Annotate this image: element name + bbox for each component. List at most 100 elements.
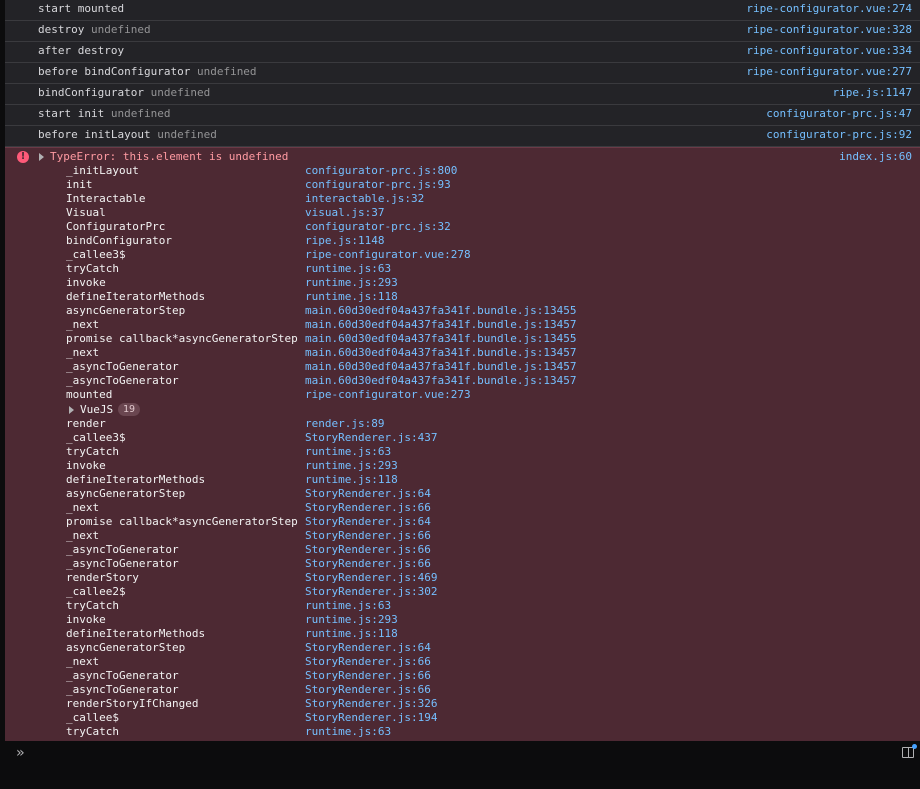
frame-source-link[interactable]: interactable.js:32: [305, 192, 424, 206]
frame-source-link[interactable]: StoryRenderer.js:326: [305, 697, 437, 711]
log-source-link[interactable]: ripe-configurator.vue:328: [746, 21, 912, 39]
frame-function: invoke: [66, 276, 106, 289]
frame-source-link[interactable]: StoryRenderer.js:469: [305, 571, 437, 585]
frame-function: _callee2$: [66, 585, 126, 598]
stack-frame: tryCatch runtime.js:63: [5, 725, 920, 739]
frame-source-link[interactable]: StoryRenderer.js:64: [305, 641, 431, 655]
frame-source-link[interactable]: StoryRenderer.js:66: [305, 669, 431, 683]
stack-frame: renderStory StoryRenderer.js:469: [5, 571, 920, 585]
stack-group-vuejs[interactable]: VueJS 19: [5, 402, 920, 417]
frame-source-link[interactable]: StoryRenderer.js:64: [305, 515, 431, 529]
web-console: start mounted ripe-configurator.vue:274 de…: [5, 0, 920, 789]
frame-source-link[interactable]: ripe.js:1148: [305, 234, 384, 248]
frame-source-link[interactable]: configurator-prc.js:32: [305, 220, 451, 234]
frame-source-link[interactable]: render.js:89: [305, 417, 384, 431]
stack-frame: _asyncToGenerator main.60d30edf04a437fa34…: [5, 374, 920, 388]
frame-source-link[interactable]: StoryRenderer.js:66: [305, 655, 431, 669]
frame-source-link[interactable]: StoryRenderer.js:66: [305, 501, 431, 515]
log-message: start init: [38, 107, 105, 120]
log-row: after destroy ripe-configurator.vue:334: [5, 42, 920, 63]
frame-source-link[interactable]: runtime.js:293: [305, 459, 398, 473]
frame-function: renderStory: [66, 571, 139, 584]
frame-function: _next: [66, 318, 100, 331]
error-source-link[interactable]: index.js:60: [839, 150, 912, 164]
log-row: start init undefined configurator-prc.js:…: [5, 105, 920, 126]
stack-frame: tryCatch runtime.js:63: [5, 445, 920, 459]
frame-source-link[interactable]: StoryRenderer.js:64: [305, 487, 431, 501]
expand-triangle-icon[interactable]: [69, 406, 74, 414]
frame-source-link[interactable]: StoryRenderer.js:302: [305, 585, 437, 599]
frame-source-link[interactable]: main.60d30edf04a437fa341f.bundle.js:1345…: [305, 360, 577, 374]
frame-source-link[interactable]: runtime.js:63: [305, 725, 391, 739]
stack-frame: render render.js:89: [5, 417, 920, 431]
frame-source-link[interactable]: main.60d30edf04a437fa341f.bundle.js:1345…: [305, 346, 577, 360]
frame-source-link[interactable]: runtime.js:118: [305, 290, 398, 304]
log-row: before bindConfigurator undefined ripe-co…: [5, 63, 920, 84]
frame-source-link[interactable]: visual.js:37: [305, 206, 384, 220]
log-row: destroy undefined ripe-configurator.vue:3…: [5, 21, 920, 42]
frame-source-link[interactable]: runtime.js:293: [305, 276, 398, 290]
stack-frame: _callee$ StoryRenderer.js:194: [5, 711, 920, 725]
stack-frame: init configurator-prc.js:93: [5, 178, 920, 192]
frame-function: _asyncToGenerator: [66, 669, 179, 682]
console-input[interactable]: »: [5, 741, 920, 789]
frame-source-link[interactable]: main.60d30edf04a437fa341f.bundle.js:1345…: [305, 332, 577, 346]
frame-function: defineIteratorMethods: [66, 473, 206, 486]
frame-function: promise callback*asyncGeneratorStep: [66, 515, 298, 528]
frame-source-link[interactable]: ripe-configurator.vue:278: [305, 248, 471, 262]
frame-function: Visual: [66, 206, 106, 219]
split-console-icon[interactable]: [902, 747, 914, 758]
frame-source-link[interactable]: main.60d30edf04a437fa341f.bundle.js:1345…: [305, 374, 577, 388]
frame-function: _next: [66, 501, 100, 514]
log-value: undefined: [157, 128, 217, 141]
log-source-link[interactable]: ripe-configurator.vue:274: [746, 0, 912, 18]
frame-function: _next: [66, 346, 100, 359]
frame-source-link[interactable]: configurator-prc.js:93: [305, 178, 451, 192]
frame-function: Interactable: [66, 192, 146, 205]
log-message: before initLayout: [38, 128, 151, 141]
stack-frame: Visual visual.js:37: [5, 206, 920, 220]
frame-source-link[interactable]: runtime.js:118: [305, 473, 398, 487]
frame-source-link[interactable]: runtime.js:118: [305, 627, 398, 641]
log-message: after destroy: [38, 44, 125, 57]
frame-source-link[interactable]: runtime.js:63: [305, 599, 391, 613]
frame-source-link[interactable]: StoryRenderer.js:66: [305, 543, 431, 557]
log-source-link[interactable]: configurator-prc.js:47: [766, 105, 912, 123]
frame-source-link[interactable]: StoryRenderer.js:437: [305, 431, 437, 445]
stack-frame: _callee3$ StoryRenderer.js:437: [5, 431, 920, 445]
log-source-link[interactable]: ripe-configurator.vue:334: [746, 42, 912, 60]
frame-source-link[interactable]: runtime.js:63: [305, 445, 391, 459]
stack-frame: tryCatch runtime.js:63: [5, 262, 920, 276]
error-header[interactable]: ! TypeError: this.element is undefined i…: [5, 150, 920, 164]
log-source-link[interactable]: ripe-configurator.vue:277: [746, 63, 912, 81]
frame-source-link[interactable]: main.60d30edf04a437fa341f.bundle.js:1345…: [305, 318, 577, 332]
frame-function: defineIteratorMethods: [66, 290, 206, 303]
frame-source-link[interactable]: main.60d30edf04a437fa341f.bundle.js:1345…: [305, 304, 577, 318]
error-text[interactable]: TypeError: this.element is undefined: [50, 150, 288, 164]
stack-frame: invoke runtime.js:293: [5, 613, 920, 627]
stack-frame: asyncGeneratorStep main.60d30edf04a437fa3…: [5, 304, 920, 318]
stack-frame: renderStoryIfChanged StoryRenderer.js:326: [5, 697, 920, 711]
frame-source-link[interactable]: runtime.js:293: [305, 613, 398, 627]
stack-frame: ConfiguratorPrc configurator-prc.js:32: [5, 220, 920, 234]
stack-group-name[interactable]: VueJS: [80, 402, 113, 417]
frame-function: promise callback*asyncGeneratorStep: [66, 332, 298, 345]
frame-source-link[interactable]: StoryRenderer.js:66: [305, 683, 431, 697]
frame-source-link[interactable]: StoryRenderer.js:66: [305, 557, 431, 571]
log-source-link[interactable]: ripe.js:1147: [833, 84, 912, 102]
frame-source-link[interactable]: configurator-prc.js:800: [305, 164, 457, 178]
stack-frame: asyncGeneratorStep StoryRenderer.js:64: [5, 641, 920, 655]
frame-function: render: [66, 417, 106, 430]
frame-source-link[interactable]: StoryRenderer.js:194: [305, 711, 437, 725]
log-row: start mounted ripe-configurator.vue:274: [5, 0, 920, 21]
expand-triangle-icon[interactable]: [39, 153, 44, 161]
frame-source-link[interactable]: StoryRenderer.js:66: [305, 529, 431, 543]
stack-frame: _callee2$ StoryRenderer.js:302: [5, 585, 920, 599]
frame-source-link[interactable]: ripe-configurator.vue:273: [305, 388, 471, 402]
stack-frame: _next main.60d30edf04a437fa341f.bundle.js…: [5, 318, 920, 332]
log-source-link[interactable]: configurator-prc.js:92: [766, 126, 912, 144]
stack-frame: _next StoryRenderer.js:66: [5, 501, 920, 515]
frame-source-link[interactable]: runtime.js:63: [305, 262, 391, 276]
frame-function: _callee$: [66, 711, 119, 724]
frame-function: _asyncToGenerator: [66, 360, 179, 373]
